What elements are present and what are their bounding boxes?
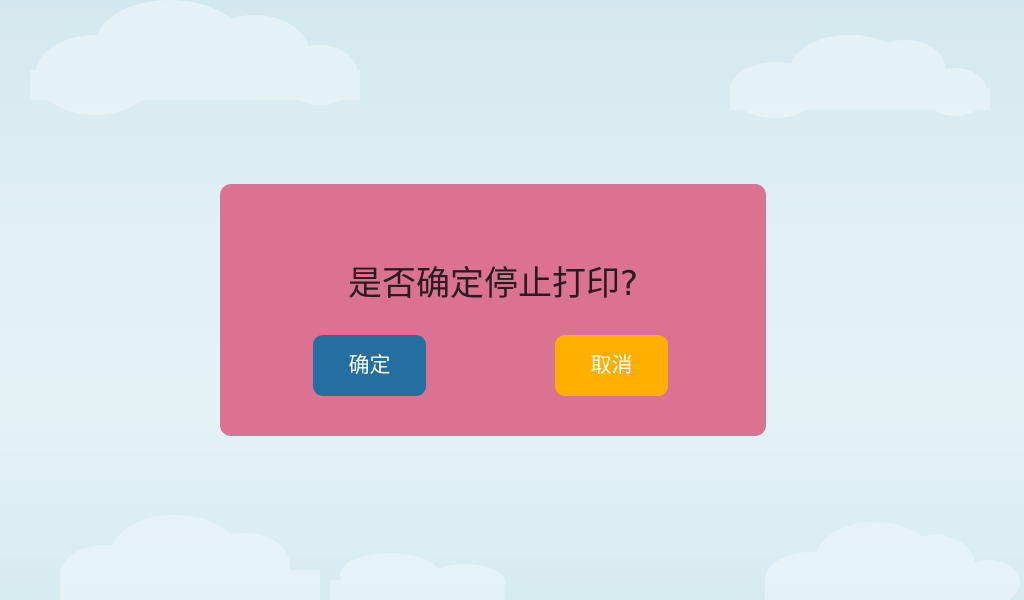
confirm-button[interactable]: 确定	[313, 335, 426, 396]
dialog-message: 是否确定停止打印?	[347, 264, 639, 304]
cancel-button[interactable]: 取消	[555, 335, 668, 396]
stop-print-dialog: 是否确定停止打印? 确定 取消	[220, 184, 766, 436]
print-screen: 是否确定停止打印? 确定 取消	[0, 0, 1024, 600]
